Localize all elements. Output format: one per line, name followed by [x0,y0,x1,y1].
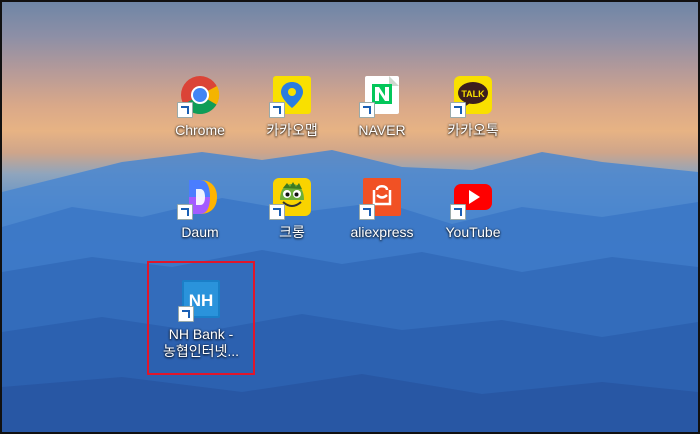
shortcut-arrow-icon [359,102,375,118]
desktop-icon-kakaotalk[interactable]: TALK 카카오톡 [433,74,513,160]
shortcut-arrow-icon [450,102,466,118]
talk-text: TALK [461,89,485,99]
kakaomap-icon [269,74,313,118]
icon-label-line1: NH Bank - [168,326,234,342]
shortcut-arrow-icon [177,102,193,118]
desktop-icon-crong[interactable]: 크롱 [252,176,332,262]
nh-bank-icon: NH [178,278,222,322]
crong-icon [269,176,313,220]
desktop-icon-nh-bank[interactable]: NH NH Bank - 농협인터넷... [161,278,241,364]
chrome-icon [177,74,221,118]
desktop-icon-daum[interactable]: Daum [160,176,240,262]
youtube-icon [450,176,494,220]
shortcut-arrow-icon [269,204,285,220]
desktop-icon-aliexpress[interactable]: aliexpress [342,176,422,262]
shortcut-arrow-icon [359,204,375,220]
icon-label: 크롱 [279,224,305,240]
desktop-icon-chrome[interactable]: Chrome [160,74,240,160]
daum-icon [177,176,221,220]
shortcut-arrow-icon [269,102,285,118]
icon-label: Chrome [175,122,225,138]
desktop-icon-youtube[interactable]: YouTube [433,176,513,262]
icon-label: 카카오맵 [266,122,318,138]
icon-label-line2: 농협인터넷... [162,343,240,359]
desktop-icon-naver[interactable]: NAVER [342,74,422,160]
aliexpress-icon [359,176,403,220]
shortcut-arrow-icon [450,204,466,220]
icon-label: aliexpress [350,224,414,240]
desktop: Chrome 카카오맵 NAVER TALK 카카오톡 Daum 크롱 alie… [0,0,700,434]
naver-icon [359,74,403,118]
icon-label: 카카오톡 [447,122,499,138]
kakaotalk-icon: TALK [450,74,494,118]
desktop-icon-kakaomap[interactable]: 카카오맵 [252,74,332,160]
icon-label: YouTube [445,224,501,240]
shortcut-arrow-icon [177,204,193,220]
icon-label: Daum [181,224,219,240]
icon-label: NAVER [358,122,406,138]
shortcut-arrow-icon [178,306,194,322]
